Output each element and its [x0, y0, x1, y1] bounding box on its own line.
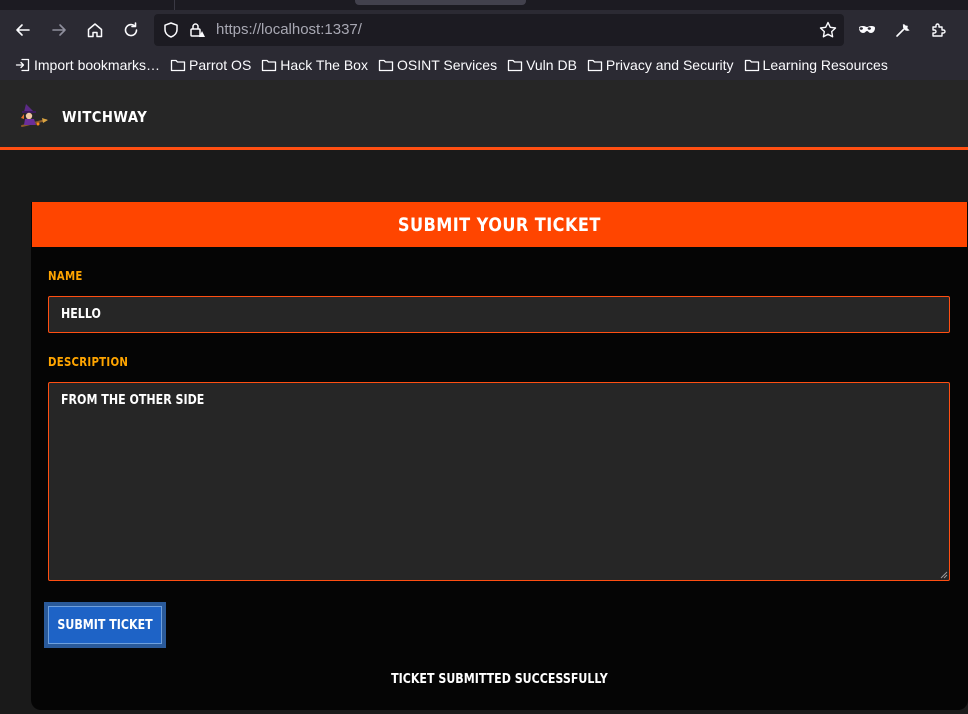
- description-textarea-value: from the other side: [61, 393, 205, 408]
- forward-button[interactable]: [44, 15, 74, 45]
- bookmark-folder-hack-the-box[interactable]: Hack The Box: [256, 53, 373, 77]
- bookmark-star-icon[interactable]: [818, 20, 838, 40]
- description-textarea[interactable]: from the other side: [48, 382, 950, 581]
- card-header: Submit Your Ticket: [32, 202, 967, 247]
- description-label: Description: [48, 355, 129, 369]
- devtools-button[interactable]: [888, 15, 918, 45]
- url-host: https://localhost: [216, 21, 321, 38]
- submit-ticket-button[interactable]: Submit Ticket: [44, 602, 166, 648]
- bookmark-label: Learning Resources: [762, 57, 888, 73]
- form-title: Submit Your Ticket: [398, 213, 601, 236]
- folder-icon: [170, 59, 186, 72]
- bookmark-label: Privacy and Security: [605, 57, 734, 73]
- tab-separator: [174, 0, 175, 10]
- site-brand[interactable]: Witchway: [62, 108, 147, 126]
- submit-ticket-label: Submit Ticket: [57, 617, 153, 633]
- status-message: Ticket submitted successfully: [31, 672, 968, 687]
- resize-grip-icon[interactable]: [938, 569, 948, 579]
- bookmark-label: OSINT Services: [396, 57, 498, 73]
- reload-button[interactable]: [116, 15, 146, 45]
- url-text[interactable]: https://localhost:1337/: [216, 21, 362, 39]
- bookmark-folder-privacy-and-security[interactable]: Privacy and Security: [582, 53, 739, 77]
- bookmark-folder-parrot-os[interactable]: Parrot OS: [165, 53, 256, 77]
- witch-on-broom-icon[interactable]: [16, 100, 50, 130]
- navigation-toolbar: https://localhost:1337/: [0, 10, 968, 50]
- name-label: Name: [48, 269, 83, 283]
- folder-icon: [378, 59, 394, 72]
- extensions-button[interactable]: [924, 15, 954, 45]
- ticket-form-card: Submit Your Ticket Name hello Descriptio…: [31, 202, 968, 710]
- arrow-right-icon: [52, 24, 66, 36]
- bookmark-label: Hack The Box: [280, 57, 368, 73]
- bookmark-label: Vuln DB: [526, 57, 577, 73]
- page-content: Witchway Submit Your Ticket Name hello D…: [0, 80, 968, 714]
- tab-strip: [0, 0, 968, 10]
- bookmarks-toolbar: Import bookmarks… Parrot OS Hack The Box…: [0, 50, 968, 80]
- lock-warning-icon[interactable]: [188, 21, 206, 39]
- reload-icon: [124, 22, 138, 37]
- private-browsing-button[interactable]: [852, 15, 882, 45]
- folder-icon: [507, 59, 523, 72]
- puzzle-icon: [932, 23, 946, 37]
- bookmark-label: Import bookmarks…: [34, 57, 161, 73]
- url-port-path: :1337/: [320, 21, 362, 38]
- bookmark-folder-vuln-db[interactable]: Vuln DB: [502, 53, 582, 77]
- home-button[interactable]: [80, 15, 110, 45]
- site-header: Witchway: [0, 80, 968, 150]
- bookmark-label: Parrot OS: [189, 57, 252, 73]
- folder-icon: [587, 59, 603, 72]
- arrow-left-icon: [16, 24, 30, 36]
- folder-icon: [262, 59, 277, 72]
- back-button[interactable]: [8, 15, 38, 45]
- status-message-text: Ticket submitted successfully: [391, 672, 608, 687]
- import-icon: [15, 58, 30, 72]
- bookmark-folder-learning-resources[interactable]: Learning Resources: [739, 53, 893, 77]
- folder-icon: [744, 59, 759, 72]
- mask-icon: [859, 26, 875, 33]
- name-input[interactable]: hello: [48, 296, 950, 333]
- bookmark-import[interactable]: Import bookmarks…: [10, 53, 165, 77]
- wrench-icon: [896, 24, 910, 37]
- active-tab[interactable]: [355, 0, 526, 5]
- shield-icon[interactable]: [162, 21, 180, 39]
- bookmark-folder-osint-services[interactable]: OSINT Services: [373, 53, 502, 77]
- address-bar[interactable]: https://localhost:1337/: [154, 14, 844, 46]
- home-icon: [87, 23, 103, 38]
- name-input-value: hello: [61, 307, 101, 322]
